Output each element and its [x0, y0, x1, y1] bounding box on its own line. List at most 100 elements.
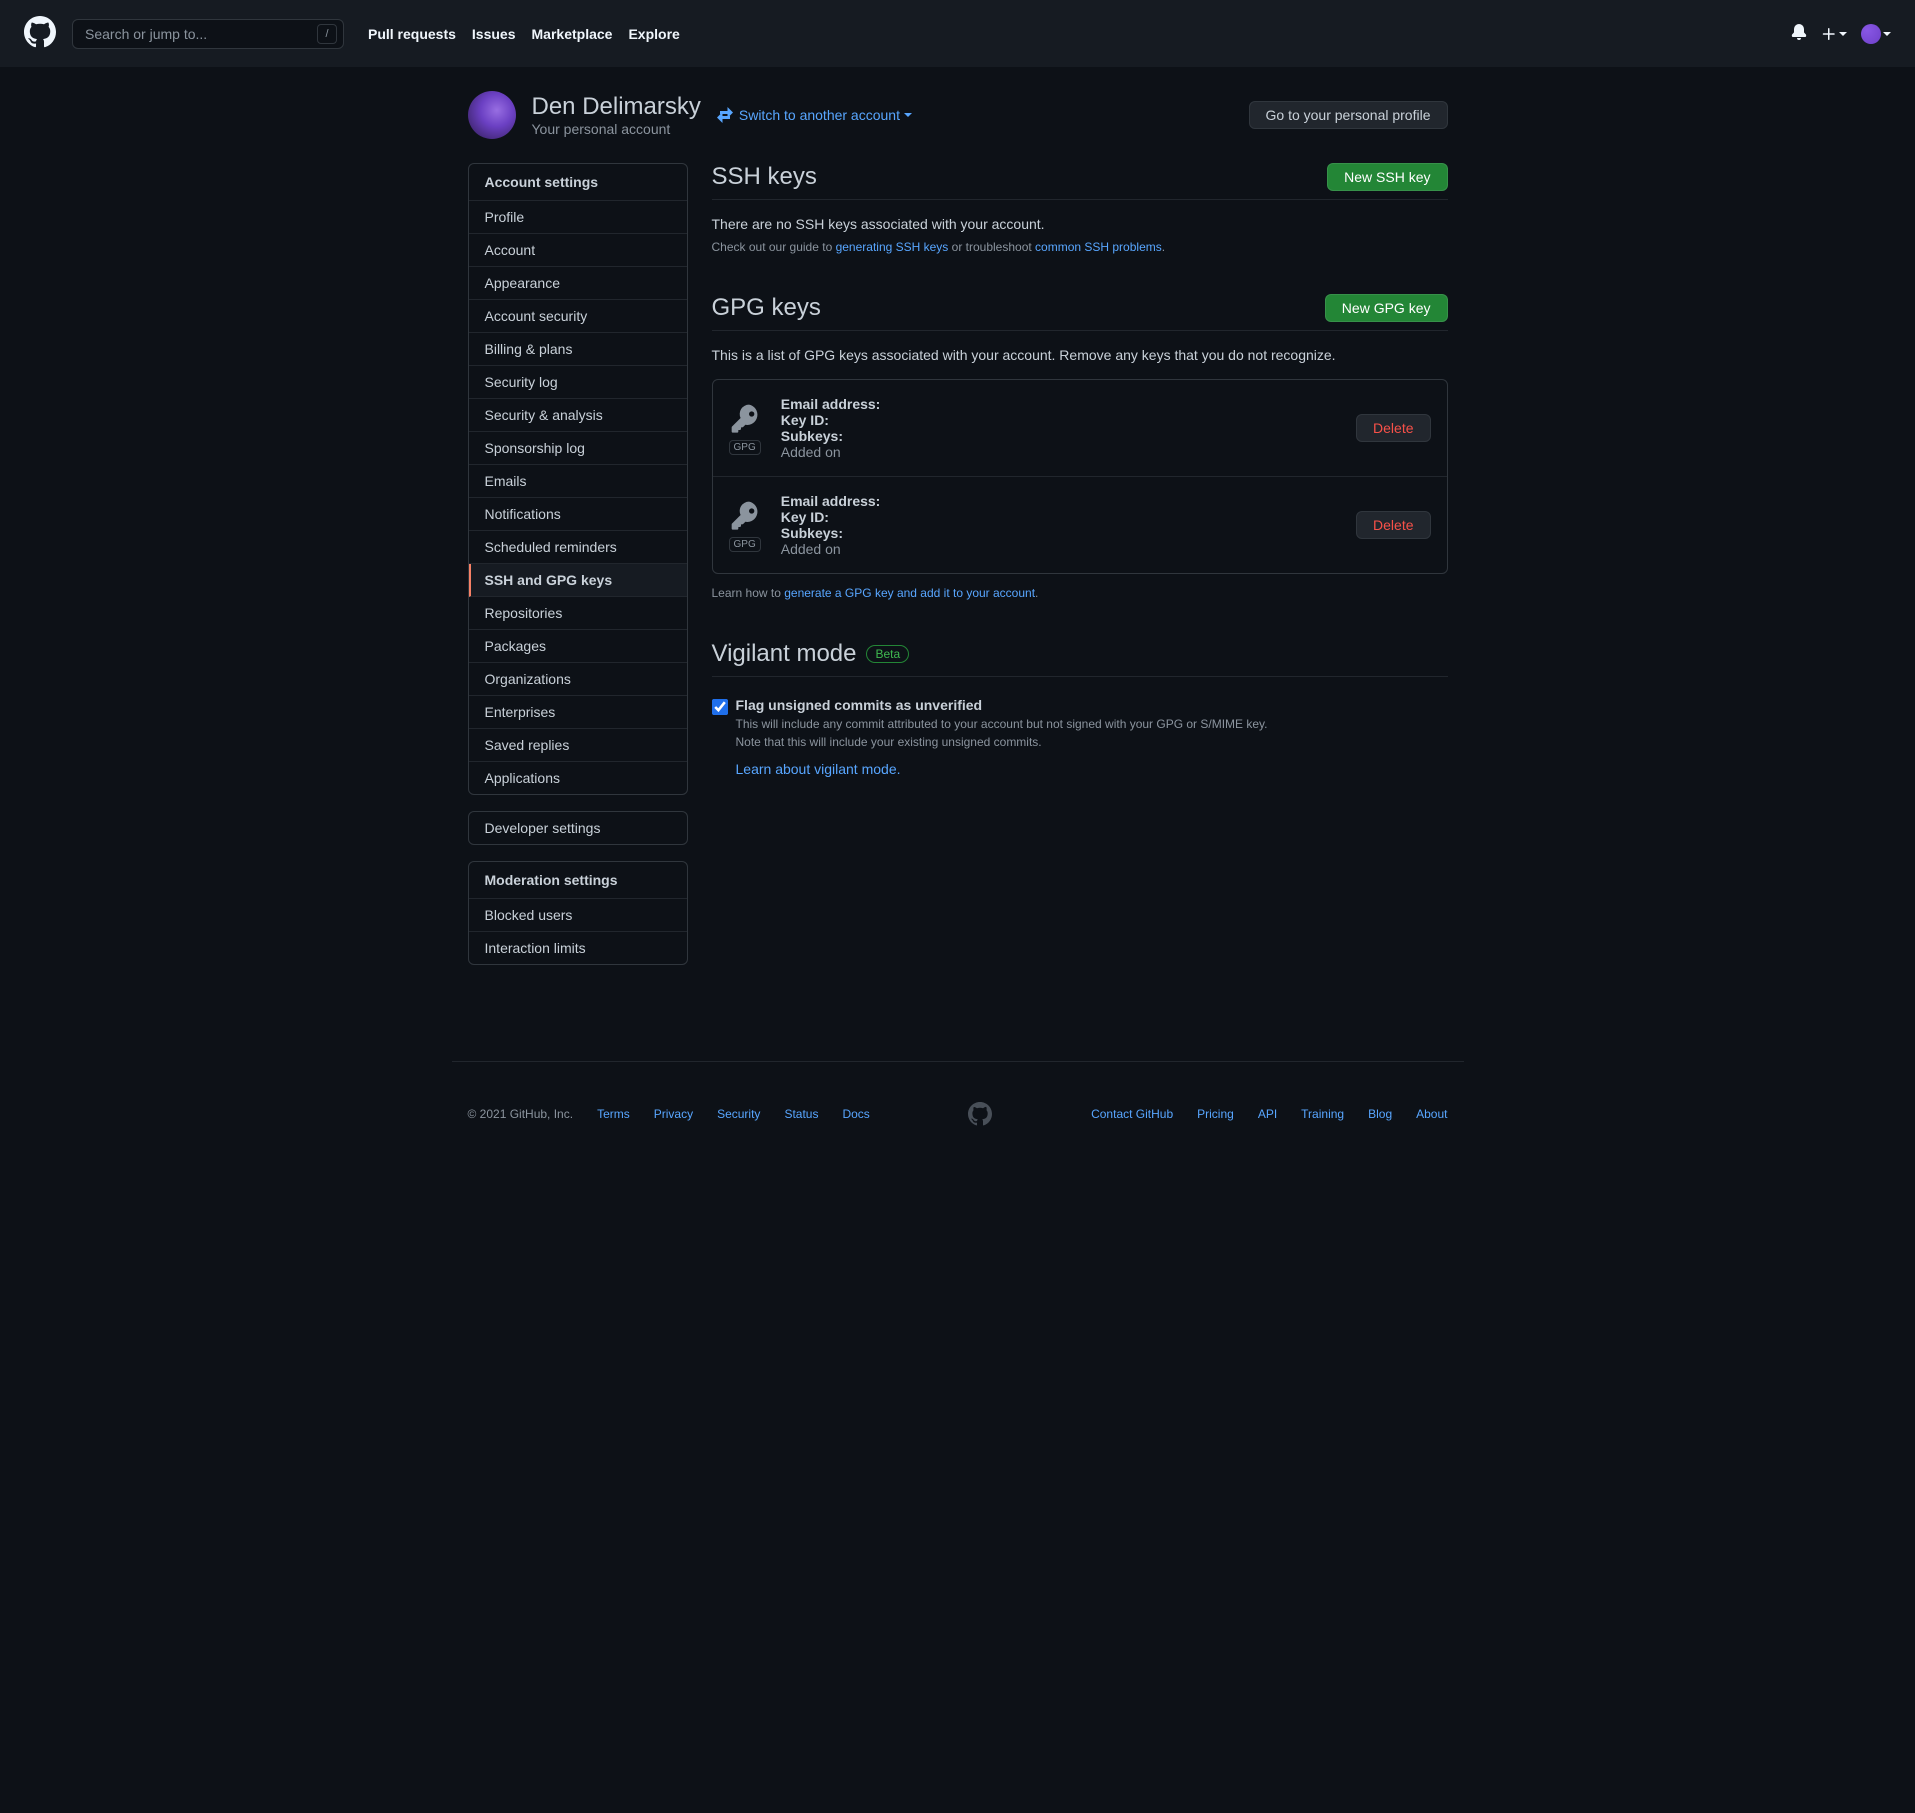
developer-settings-menu: Developer settings: [468, 811, 688, 845]
account-settings-menu: Account settings Profile Account Appeara…: [468, 163, 688, 795]
avatar-icon: [1861, 24, 1881, 44]
footer-about[interactable]: About: [1416, 1107, 1447, 1121]
footer-blog[interactable]: Blog: [1368, 1107, 1392, 1121]
footer-training[interactable]: Training: [1301, 1107, 1344, 1121]
sidebar-item-ssh-gpg-keys[interactable]: SSH and GPG keys: [469, 564, 687, 597]
generate-gpg-key-link[interactable]: generate a GPG key and add it to your ac…: [784, 586, 1035, 600]
sidebar-item-account-security[interactable]: Account security: [469, 300, 687, 333]
footer-privacy[interactable]: Privacy: [654, 1107, 693, 1121]
header-nav: Pull requests Issues Marketplace Explore: [360, 26, 688, 42]
nav-pull-requests[interactable]: Pull requests: [360, 26, 464, 42]
sidebar-item-account[interactable]: Account: [469, 234, 687, 267]
delete-gpg-key-button[interactable]: Delete: [1356, 414, 1430, 442]
switch-account-link[interactable]: Switch to another account: [717, 107, 912, 123]
create-new-dropdown[interactable]: [1821, 26, 1847, 42]
sidebar-item-appearance[interactable]: Appearance: [469, 267, 687, 300]
sidebar-item-saved-replies[interactable]: Saved replies: [469, 729, 687, 762]
email-label: Email address:: [781, 493, 881, 509]
moderation-settings-menu: Moderation settings Blocked users Intera…: [468, 861, 688, 965]
profile-subtitle: Your personal account: [532, 121, 701, 137]
added-on-label: Added on: [781, 444, 1356, 460]
footer-docs[interactable]: Docs: [842, 1107, 869, 1121]
notifications-button[interactable]: [1791, 24, 1807, 43]
sidebar-item-scheduled-reminders[interactable]: Scheduled reminders: [469, 531, 687, 564]
sidebar-item-emails[interactable]: Emails: [469, 465, 687, 498]
sidebar-item-sponsorship-log[interactable]: Sponsorship log: [469, 432, 687, 465]
caret-down-icon: [904, 113, 912, 117]
sidebar-item-interaction-limits[interactable]: Interaction limits: [469, 932, 687, 964]
ssh-guide-text: Check out our guide to generating SSH ke…: [712, 240, 1448, 254]
bell-icon: [1791, 24, 1807, 40]
gpg-section: GPG keys New GPG key This is a list of G…: [712, 294, 1448, 600]
sidebar-item-profile[interactable]: Profile: [469, 201, 687, 234]
subkeys-label: Subkeys:: [781, 428, 843, 444]
footer-pricing[interactable]: Pricing: [1197, 1107, 1234, 1121]
sidebar-item-repositories[interactable]: Repositories: [469, 597, 687, 630]
sidebar-item-applications[interactable]: Applications: [469, 762, 687, 794]
app-header: / Pull requests Issues Marketplace Explo…: [0, 0, 1915, 67]
sidebar-item-security-log[interactable]: Security log: [469, 366, 687, 399]
ssh-empty-message: There are no SSH keys associated with yo…: [712, 216, 1448, 232]
sidebar-item-packages[interactable]: Packages: [469, 630, 687, 663]
search-box[interactable]: /: [72, 19, 344, 49]
sidebar-item-organizations[interactable]: Organizations: [469, 663, 687, 696]
generating-ssh-keys-link[interactable]: generating SSH keys: [836, 240, 949, 254]
vigilant-desc-1: This will include any commit attributed …: [736, 717, 1268, 731]
sidebar-item-developer-settings[interactable]: Developer settings: [469, 812, 687, 844]
gpg-key-row: GPG Email address: Key ID: Subkeys: Adde…: [713, 380, 1447, 477]
footer-terms[interactable]: Terms: [597, 1107, 630, 1121]
sidebar-item-blocked-users[interactable]: Blocked users: [469, 899, 687, 932]
github-logo[interactable]: [24, 16, 56, 51]
ssh-title: SSH keys: [712, 163, 817, 191]
copyright: © 2021 GitHub, Inc.: [468, 1107, 574, 1121]
gpg-intro: This is a list of GPG keys associated wi…: [712, 347, 1448, 363]
profile-avatar: [468, 91, 516, 139]
footer-contact[interactable]: Contact GitHub: [1091, 1107, 1173, 1121]
keyid-label: Key ID:: [781, 509, 829, 525]
sidebar-item-notifications[interactable]: Notifications: [469, 498, 687, 531]
gpg-badge: GPG: [729, 440, 761, 455]
flag-unsigned-label: Flag unsigned commits as unverified: [736, 697, 1268, 713]
nav-marketplace[interactable]: Marketplace: [524, 26, 621, 42]
keyid-label: Key ID:: [781, 412, 829, 428]
added-on-label: Added on: [781, 541, 1356, 557]
user-menu-dropdown[interactable]: [1861, 24, 1891, 44]
ssh-section: SSH keys New SSH key There are no SSH ke…: [712, 163, 1448, 254]
sidebar-item-billing[interactable]: Billing & plans: [469, 333, 687, 366]
switch-account-label: Switch to another account: [739, 107, 900, 123]
nav-explore[interactable]: Explore: [620, 26, 687, 42]
nav-issues[interactable]: Issues: [464, 26, 524, 42]
new-gpg-key-button[interactable]: New GPG key: [1325, 294, 1448, 322]
common-ssh-problems-link[interactable]: common SSH problems: [1035, 240, 1162, 254]
slash-shortcut-icon: /: [317, 24, 337, 44]
gpg-title: GPG keys: [712, 294, 821, 322]
gpg-key-row: GPG Email address: Key ID: Subkeys: Adde…: [713, 477, 1447, 573]
learn-vigilant-mode-link[interactable]: Learn about vigilant mode.: [736, 761, 1268, 777]
email-label: Email address:: [781, 396, 881, 412]
subkeys-label: Subkeys:: [781, 525, 843, 541]
github-mark-icon: [24, 16, 56, 48]
vigilant-desc-2: Note that this will include your existin…: [736, 735, 1268, 749]
gpg-learn-text: Learn how to generate a GPG key and add …: [712, 586, 1448, 600]
new-ssh-key-button[interactable]: New SSH key: [1327, 163, 1447, 191]
footer-security[interactable]: Security: [717, 1107, 760, 1121]
plus-icon: [1821, 26, 1837, 42]
profile-header: Den Delimarsky Your personal account Swi…: [468, 91, 1448, 139]
vigilant-section: Vigilant mode Beta Flag unsigned commits…: [712, 640, 1448, 777]
flag-unsigned-checkbox[interactable]: [712, 699, 728, 715]
sidebar-item-security-analysis[interactable]: Security & analysis: [469, 399, 687, 432]
menu-heading: Account settings: [469, 164, 687, 201]
footer-status[interactable]: Status: [784, 1107, 818, 1121]
search-input[interactable]: [73, 26, 317, 42]
main-content: SSH keys New SSH key There are no SSH ke…: [712, 163, 1448, 981]
gpg-key-list: GPG Email address: Key ID: Subkeys: Adde…: [712, 379, 1448, 574]
footer-api[interactable]: API: [1258, 1107, 1277, 1121]
sidebar-item-enterprises[interactable]: Enterprises: [469, 696, 687, 729]
caret-down-icon: [1839, 32, 1847, 36]
caret-down-icon: [1883, 32, 1891, 36]
goto-profile-button[interactable]: Go to your personal profile: [1249, 101, 1448, 129]
beta-badge: Beta: [866, 645, 909, 663]
delete-gpg-key-button[interactable]: Delete: [1356, 511, 1430, 539]
gpg-badge: GPG: [729, 537, 761, 552]
menu-heading: Moderation settings: [469, 862, 687, 899]
